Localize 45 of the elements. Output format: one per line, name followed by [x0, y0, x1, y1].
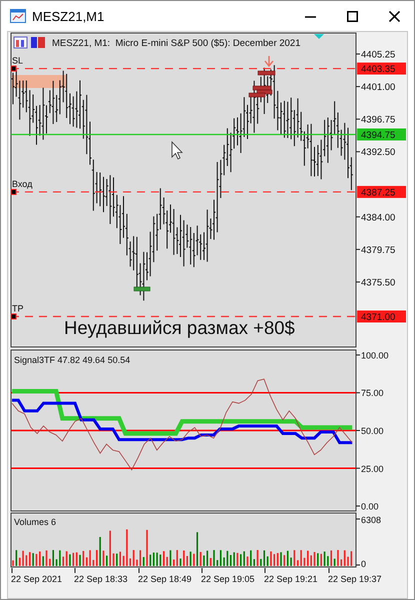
window-title: MESZ21,M1 — [32, 8, 104, 24]
indicator-axis-label: 0.00 — [361, 502, 379, 512]
chart-window-icon — [10, 9, 26, 23]
price-axis-label: 4392.50 — [361, 147, 396, 158]
level-label: SL — [12, 56, 24, 66]
time-axis-label: 22 Sep 18:49 — [138, 574, 192, 584]
indicator-axis-label: 25.00 — [361, 464, 384, 474]
level-handle[interactable] — [10, 66, 16, 72]
price-level-badge: 4387.25 — [357, 186, 406, 198]
time-axis-label: 22 Sep 19:37 — [328, 574, 382, 584]
time-axis-label: 22 Sep 2021 — [11, 574, 62, 584]
chart-caption: Неудавшийся размах +80$ — [64, 317, 295, 338]
price-axis-label: 4379.75 — [361, 244, 396, 256]
level-label: TP — [12, 304, 24, 314]
price-axis-label: 4405.25 — [361, 50, 396, 60]
toolbar-icon[interactable] — [14, 36, 28, 48]
toolbar-icon[interactable] — [31, 37, 45, 48]
indicator-axis-label: 100.00 — [361, 350, 389, 360]
time-axis-label: 22 Sep 19:05 — [201, 574, 255, 584]
price-axis-label: 4384.00 — [361, 212, 396, 224]
volume-axis-label: 6308 — [361, 515, 382, 525]
level-label: Вход — [12, 178, 32, 189]
indicator-header: Signal3TF 47.82 49.64 50.54 — [14, 355, 130, 365]
maximize-icon — [346, 10, 358, 22]
time-axis-label: 22 Sep 18:33 — [74, 574, 128, 584]
indicator-axis-label: 50.00 — [361, 426, 384, 436]
price-level-badge: 4403.35 — [357, 62, 406, 76]
down-arrow-icon — [264, 55, 274, 68]
level-handle[interactable] — [10, 188, 16, 195]
volume-header: Volumes 6 — [14, 517, 56, 527]
price-axis-label: 4401.00 — [361, 82, 396, 94]
close-icon — [388, 10, 400, 22]
signal-marks-drawing — [248, 70, 276, 98]
chart-header: MESZ21, M1: Micro E-mini S&P 500 ($5): December 2021 — [52, 38, 301, 49]
cursor-icon — [172, 141, 183, 160]
price-level-badge: 4371.00 — [357, 310, 406, 323]
shift-marker-icon[interactable] — [314, 34, 324, 39]
price-level-badge: 4394.75 — [357, 128, 406, 141]
indicator-axis-label: 75.00 — [361, 388, 384, 398]
buy-mark — [134, 286, 150, 292]
price-axis-label: 4396.75 — [361, 114, 396, 126]
time-axis-label: 22 Sep 19:21 — [264, 574, 318, 584]
level-handle[interactable] — [10, 314, 16, 320]
price-axis-label: 4375.50 — [361, 278, 396, 288]
volume-axis-label: 0 — [361, 559, 366, 568]
